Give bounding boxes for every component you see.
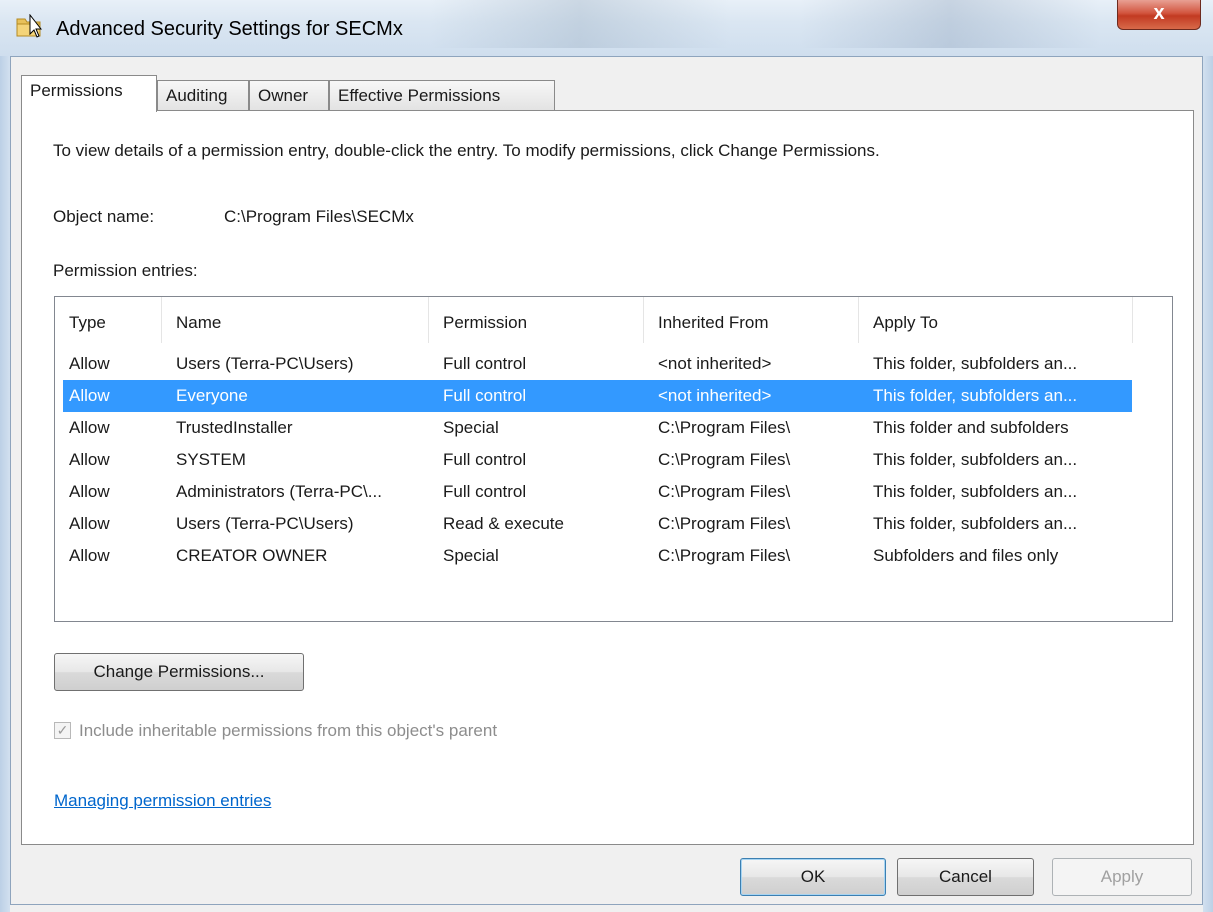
ok-button[interactable]: OK [740,858,886,896]
cell-type: Allow [69,450,110,469]
cell-inherited-from: <not inherited> [658,354,772,373]
cell-type: Allow [69,482,110,501]
list-header: Type Name Permission Inherited From Appl… [55,297,1172,343]
window-title: Advanced Security Settings for SECMx [56,18,403,40]
cell-type: Allow [69,546,110,565]
change-permissions-button[interactable]: Change Permissions... [54,653,304,691]
cell-permission: Read & execute [443,514,564,533]
cell-inherited-from: C:\Program Files\ [658,514,791,533]
cell-name: Everyone [176,386,248,405]
column-header-name[interactable]: Name [162,297,429,343]
permission-entries-label: Permission entries: [53,261,198,280]
cell-type: Allow [69,514,110,533]
cell-permission: Full control [443,386,527,405]
cell-name: SYSTEM [176,450,246,469]
tab-auditing[interactable]: Auditing [157,80,249,110]
cell-permission: Full control [443,482,527,501]
tab-label: Permissions [30,81,123,100]
cell-permission: Full control [443,450,527,469]
security-settings-window: Advanced Security Settings for SECMx x P… [0,0,1213,912]
cell-apply-to: This folder and subfolders [873,418,1069,437]
tab-effective-permissions[interactable]: Effective Permissions [329,80,555,110]
cell-permission: Full control [443,354,527,373]
cell-permission: Special [443,418,499,437]
tab-label: Auditing [166,86,228,105]
apply-button[interactable]: Apply [1052,858,1192,896]
column-header-apply-to[interactable]: Apply To [859,297,1133,343]
cell-apply-to: This folder, subfolders an... [873,514,1078,533]
permission-entries-list[interactable]: Type Name Permission Inherited From Appl… [54,296,1173,622]
column-header-type[interactable]: Type [55,297,162,343]
tab-owner[interactable]: Owner [249,80,329,110]
cell-name: Administrators (Terra-PC\... [176,482,382,501]
window-frame-right [1203,56,1213,912]
cell-name: TrustedInstaller [176,418,293,437]
table-row[interactable]: Allow SYSTEM Full control C:\Program Fil… [55,444,1172,476]
table-row[interactable]: Allow Users (Terra-PC\Users) Read & exec… [55,508,1172,540]
object-name-label: Object name: [53,207,155,226]
cell-inherited-from: C:\Program Files\ [658,418,791,437]
close-button[interactable]: x [1117,0,1201,30]
managing-permission-entries-link[interactable]: Managing permission entries [54,791,271,811]
cell-inherited-from: C:\Program Files\ [658,482,791,501]
cell-type: Allow [69,418,110,437]
cancel-button[interactable]: Cancel [897,858,1034,896]
column-header-permission[interactable]: Permission [429,297,644,343]
cell-permission: Special [443,546,499,565]
inherit-permissions-label: Include inheritable permissions from thi… [79,721,498,740]
table-row[interactable]: Allow Users (Terra-PC\Users) Full contro… [55,348,1172,380]
checkbox-checked-icon[interactable]: ✓ [54,722,71,739]
cell-inherited-from: C:\Program Files\ [658,546,791,565]
table-row-selected[interactable]: Allow Everyone Full control <not inherit… [55,380,1172,412]
cell-apply-to: This folder, subfolders an... [873,354,1078,373]
cell-type: Allow [69,386,110,405]
column-header-inherited-from[interactable]: Inherited From [644,297,859,343]
window-frame-left [0,56,10,912]
cell-inherited-from: <not inherited> [658,386,772,405]
table-row[interactable]: Allow CREATOR OWNER Special C:\Program F… [55,540,1172,572]
cell-apply-to: This folder, subfolders an... [873,386,1078,405]
table-row[interactable]: Allow TrustedInstaller Special C:\Progra… [55,412,1172,444]
cell-apply-to: This folder, subfolders an... [873,450,1078,469]
cell-apply-to: Subfolders and files only [873,546,1059,565]
instruction-text: To view details of a permission entry, d… [53,141,880,160]
cell-name: Users (Terra-PC\Users) [176,354,354,373]
permissions-tab-panel: To view details of a permission entry, d… [21,110,1194,845]
cell-name: CREATOR OWNER [176,546,328,565]
cell-name: Users (Terra-PC\Users) [176,514,354,533]
tab-permissions[interactable]: Permissions [21,75,157,112]
titlebar-glass-reflection [800,0,1100,48]
folder-icon [16,14,42,38]
tab-label: Owner [258,86,309,105]
title-bar[interactable]: Advanced Security Settings for SECMx x [0,0,1213,56]
cell-type: Allow [69,354,110,373]
cell-apply-to: This folder, subfolders an... [873,482,1078,501]
titlebar-glass-reflection [430,0,730,48]
cell-inherited-from: C:\Program Files\ [658,450,791,469]
close-icon: x [1153,2,1165,24]
object-name-value: C:\Program Files\SECMx [224,207,414,226]
tab-label: Effective Permissions [338,86,501,105]
table-row[interactable]: Allow Administrators (Terra-PC\... Full … [55,476,1172,508]
